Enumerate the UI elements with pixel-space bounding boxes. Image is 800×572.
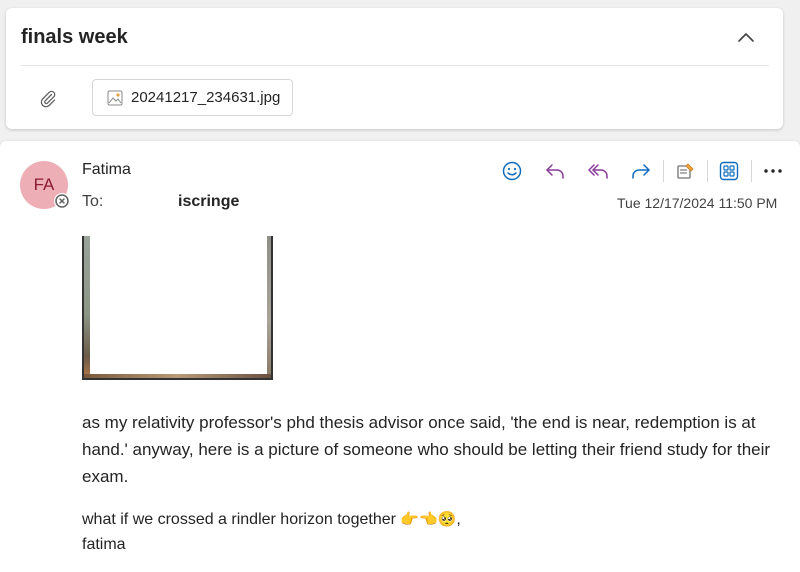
attachment-filename: 20241217_234631.jpg bbox=[131, 89, 281, 106]
subject-title: finals week bbox=[21, 26, 128, 48]
react-button[interactable] bbox=[497, 156, 527, 186]
divider bbox=[21, 65, 769, 66]
recipient-name[interactable]: iscringe bbox=[178, 193, 239, 211]
immersive-reader-icon bbox=[677, 163, 694, 179]
collapse-button[interactable] bbox=[732, 23, 760, 51]
message-timestamp: Tue 12/17/2024 11:50 PM bbox=[617, 195, 778, 211]
toolbar-divider bbox=[751, 160, 752, 182]
subject-card: finals week 20241217_234631.jpg bbox=[6, 8, 783, 129]
forward-button[interactable] bbox=[626, 156, 656, 186]
signoff-comma: , bbox=[456, 511, 461, 528]
message-card: FA Fatima To: iscringe Tue 12/17/2024 11… bbox=[0, 141, 800, 572]
reply-all-button[interactable] bbox=[583, 156, 613, 186]
forward-icon bbox=[632, 164, 650, 179]
reply-all-icon bbox=[588, 164, 608, 179]
more-icon bbox=[764, 169, 782, 173]
to-label: To: bbox=[82, 193, 104, 210]
toolbar-divider bbox=[663, 160, 664, 182]
inline-image[interactable] bbox=[82, 236, 273, 380]
toolbar-divider bbox=[707, 160, 708, 182]
pointing-fingers-pleading-emoji: 👉👈🥺 bbox=[400, 511, 457, 528]
apps-button[interactable] bbox=[714, 156, 744, 186]
presence-offline-icon bbox=[54, 193, 70, 209]
more-options-button[interactable] bbox=[758, 156, 788, 186]
attachment-chip[interactable]: 20241217_234631.jpg bbox=[92, 79, 293, 116]
apps-icon bbox=[719, 161, 739, 181]
paperclip-icon bbox=[36, 86, 60, 110]
image-file-icon bbox=[105, 88, 125, 108]
signoff-line-1: what if we crossed a rindler horizon tog… bbox=[82, 507, 782, 532]
reply-button[interactable] bbox=[540, 156, 570, 186]
chevron-up-icon bbox=[738, 33, 754, 42]
signoff-line-2: fatima bbox=[82, 536, 126, 553]
sender-name[interactable]: Fatima bbox=[82, 161, 131, 179]
message-body: as my relativity professor's phd thesis … bbox=[82, 413, 771, 486]
signoff: what if we crossed a rindler horizon tog… bbox=[82, 507, 782, 557]
reply-icon bbox=[546, 164, 564, 179]
message-toolbar bbox=[497, 156, 800, 186]
immersive-reader-button[interactable] bbox=[670, 156, 700, 186]
signoff-text: what if we crossed a rindler horizon tog… bbox=[82, 511, 396, 528]
smiley-icon bbox=[502, 161, 522, 181]
